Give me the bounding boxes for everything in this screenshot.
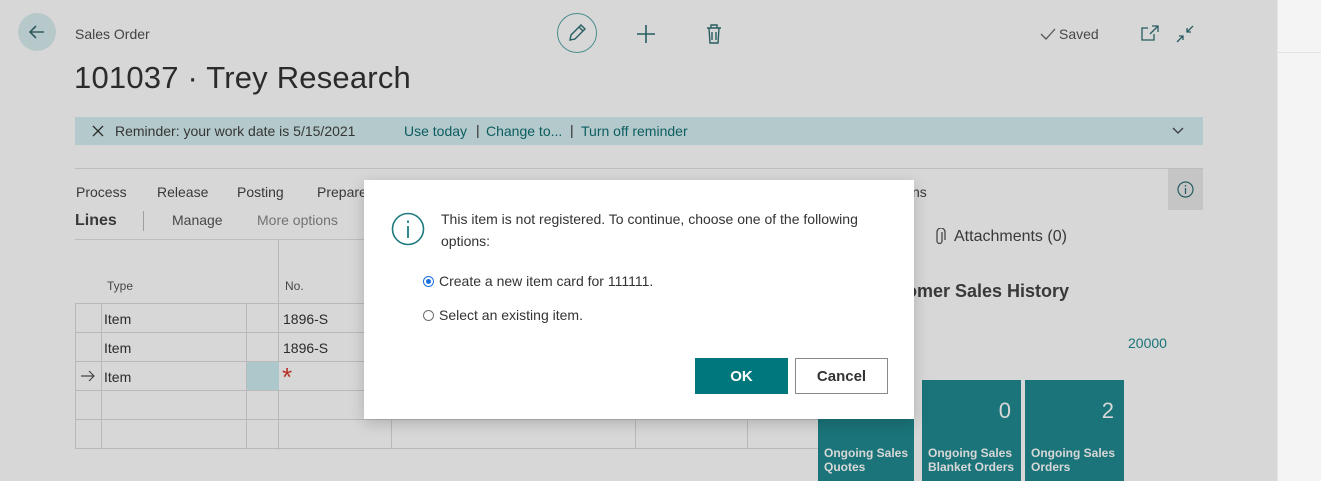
ok-button[interactable]: OK xyxy=(695,358,788,394)
radio-unselected[interactable] xyxy=(423,309,434,321)
option-create-new-item[interactable]: Create a new item card for 111111. xyxy=(423,273,653,289)
item-not-registered-dialog: This item is not registered. To continue… xyxy=(364,180,914,419)
option-select-existing-item[interactable]: Select an existing item. xyxy=(423,307,583,323)
option-label: Select an existing item. xyxy=(439,307,583,323)
right-gutter xyxy=(1277,0,1321,481)
radio-selected[interactable] xyxy=(423,275,434,287)
info-icon xyxy=(391,212,425,246)
dialog-message: This item is not registered. To continue… xyxy=(441,211,858,249)
option-label: Create a new item card for 111111. xyxy=(439,273,654,289)
cancel-button[interactable]: Cancel xyxy=(795,358,888,394)
